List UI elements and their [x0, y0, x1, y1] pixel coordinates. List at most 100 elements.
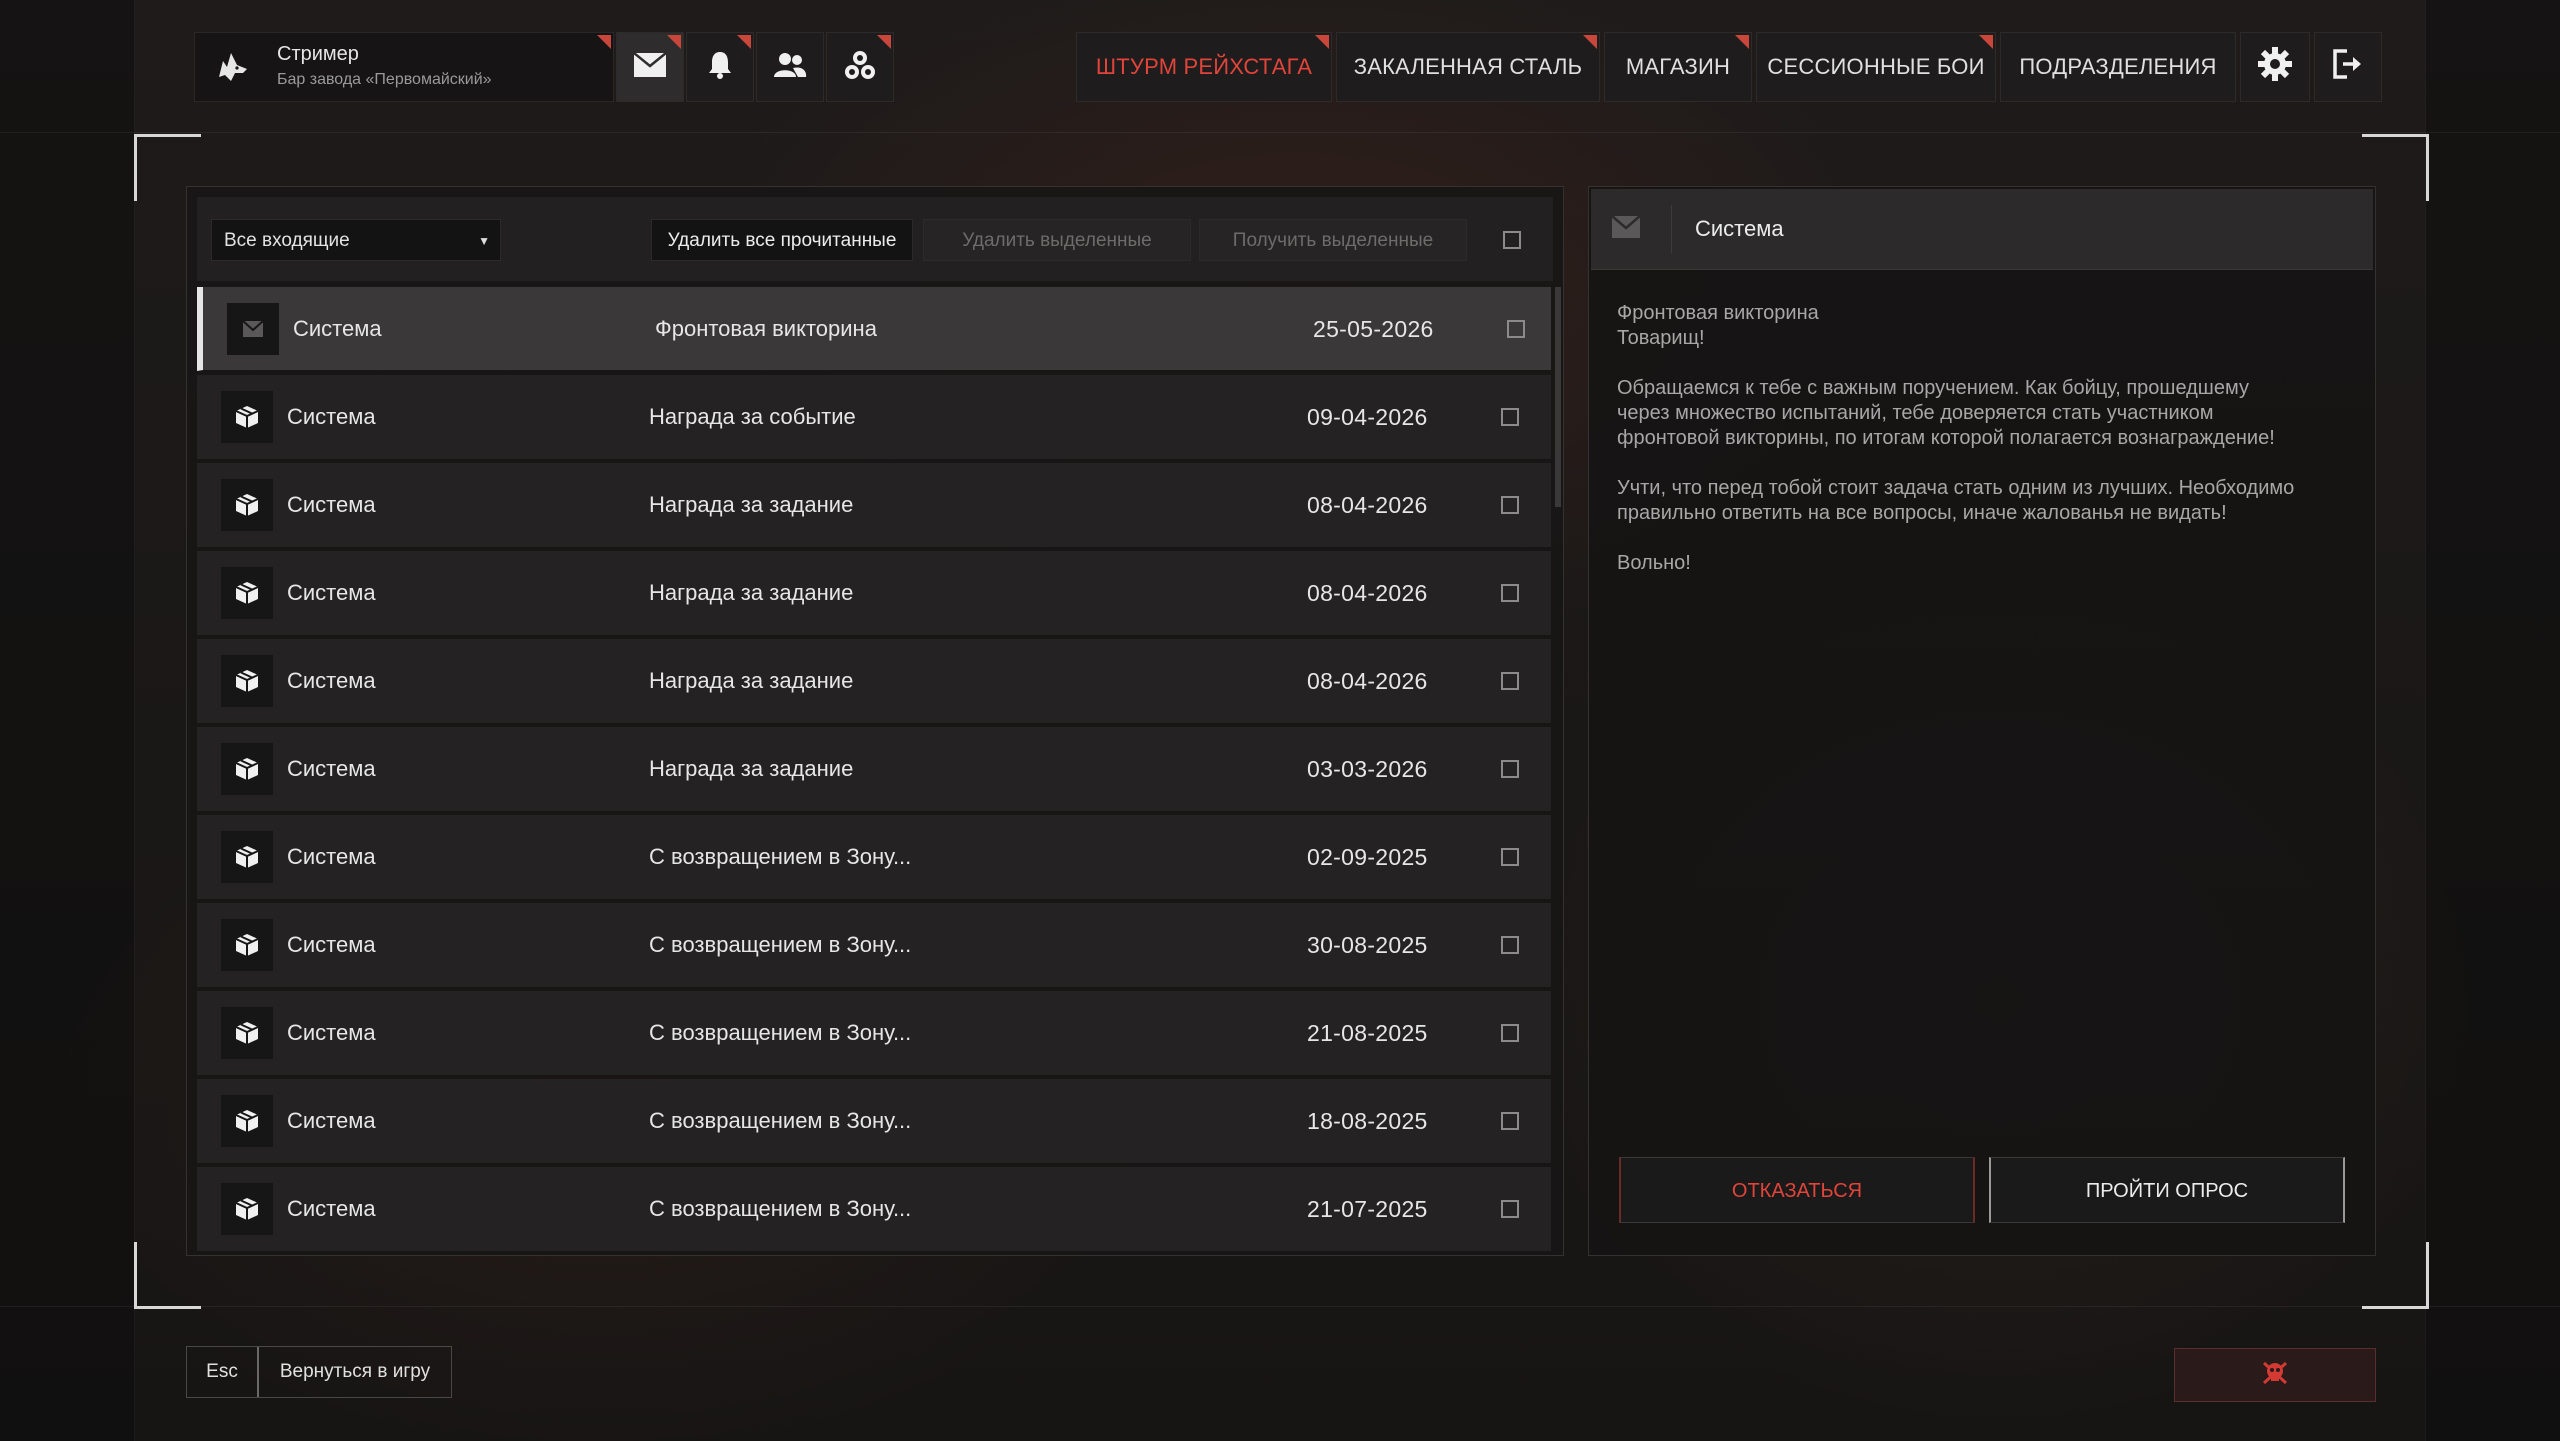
message-row[interactable]: Система С возвращением в Зону... 18-08-202…: [197, 1079, 1551, 1164]
message-checkbox[interactable]: [1507, 320, 1525, 338]
notification-marker: [877, 35, 891, 49]
message-date: 08-04-2026: [1307, 492, 1428, 518]
message-sender: Система: [287, 844, 376, 869]
inbox-filter-select[interactable]: Все входящие ▼: [211, 219, 501, 261]
box-icon: [221, 391, 273, 443]
message-checkbox[interactable]: [1501, 1024, 1519, 1042]
nav-label: ШТУРМ РЕЙХСТАГА: [1095, 54, 1313, 79]
message-sender: Система: [1695, 216, 1784, 241]
message-checkbox[interactable]: [1501, 584, 1519, 602]
wolf-icon: [213, 47, 253, 87]
notification-marker: [737, 35, 751, 49]
gear-icon: [2257, 46, 2293, 88]
message-subject: С возвращением в Зону...: [649, 1108, 912, 1133]
dropdown-arrow-icon: ▼: [478, 234, 490, 248]
box-icon: [221, 1183, 273, 1235]
nav-label: ПОДРАЗДЕЛЕНИЯ: [2019, 54, 2217, 79]
nav-label: СЕССИОННЫЕ БОИ: [1767, 54, 1985, 79]
message-checkbox[interactable]: [1501, 848, 1519, 866]
message-checkbox[interactable]: [1501, 1112, 1519, 1130]
take-survey-button[interactable]: ПРОЙТИ ОПРОС: [1989, 1157, 2345, 1223]
box-icon: [221, 919, 273, 971]
settings-button[interactable]: [2240, 32, 2310, 102]
message-row[interactable]: Система С возвращением в Зону... 30-08-202…: [197, 903, 1551, 988]
filter-value: Все входящие: [224, 230, 350, 251]
message-header: Система: [1591, 189, 2373, 270]
player-location: Бар завода «Первомайский»: [277, 71, 492, 88]
notification-marker: [1315, 35, 1329, 49]
message-date: 08-04-2026: [1307, 668, 1428, 694]
notification-marker: [1979, 35, 1993, 49]
message-subject: Награда за задание: [649, 756, 854, 781]
nav-shop[interactable]: МАГАЗИН: [1604, 32, 1752, 102]
player-profile[interactable]: Стример Бар завода «Первомайский»: [194, 32, 614, 102]
delete-selected-button[interactable]: Удалить выделенные: [923, 219, 1191, 261]
message-row[interactable]: Система Награда за задание 08-04-2026: [197, 551, 1551, 636]
message-subject: С возвращением в Зону...: [649, 1196, 912, 1221]
mail-icon: [633, 51, 667, 83]
message-checkbox[interactable]: [1501, 760, 1519, 778]
nav-session-battles[interactable]: СЕССИОННЫЕ БОИ: [1756, 32, 1996, 102]
notification-marker: [667, 35, 681, 49]
inbox-toolbar: Все входящие ▼ Удалить все прочитанные У…: [197, 197, 1553, 281]
message-date: 09-04-2026: [1307, 404, 1428, 430]
message-row[interactable]: Система Награда за событие 09-04-2026: [197, 375, 1551, 460]
message-subject: Награда за задание: [649, 580, 854, 605]
message-sender: Система: [287, 756, 376, 781]
nav-label: МАГАЗИН: [1625, 54, 1731, 79]
nav-hardened-steel[interactable]: ЗАКАЛЕННАЯ СТАЛЬ: [1336, 32, 1600, 102]
esc-key-hint: Esc: [187, 1347, 259, 1397]
squads-icon: [844, 49, 876, 86]
nav-reichstag-assault[interactable]: ШТУРМ РЕЙХСТАГА: [1076, 32, 1332, 102]
message-sender: Система: [287, 1108, 376, 1133]
message-row[interactable]: Система С возвращением в Зону... 21-08-202…: [197, 991, 1551, 1076]
danger-button[interactable]: [2174, 1348, 2376, 1402]
message-row[interactable]: Система С возвращением в Зону... 21-07-202…: [197, 1167, 1551, 1252]
nav-divisions[interactable]: ПОДРАЗДЕЛЕНИЯ: [2000, 32, 2236, 102]
message-checkbox[interactable]: [1501, 496, 1519, 514]
right-margin: [2425, 0, 2560, 1441]
message-subject: Фронтовая викторина: [655, 316, 877, 341]
message-row[interactable]: Система Награда за задание 08-04-2026: [197, 639, 1551, 724]
select-all-checkbox[interactable]: [1503, 231, 1521, 249]
message-sender: Система: [287, 1196, 376, 1221]
friends-icon: [773, 52, 807, 83]
message-date: 03-03-2026: [1307, 756, 1428, 782]
message-date: 08-04-2026: [1307, 580, 1428, 606]
box-icon: [221, 743, 273, 795]
friends-button[interactable]: [756, 32, 824, 102]
get-selected-button[interactable]: Получить выделенные: [1199, 219, 1467, 261]
message-paragraph: Вольно!: [1617, 552, 1691, 574]
message-checkbox[interactable]: [1501, 672, 1519, 690]
header-separator: [1671, 205, 1672, 253]
logout-button[interactable]: [2314, 32, 2382, 102]
notifications-button[interactable]: [686, 32, 754, 102]
message-row[interactable]: Система С возвращением в Зону... 02-09-202…: [197, 815, 1551, 900]
envelope-icon: [1611, 215, 1641, 244]
message-checkbox[interactable]: [1501, 408, 1519, 426]
box-icon: [221, 1095, 273, 1147]
decline-button[interactable]: ОТКАЗАТЬСЯ: [1619, 1157, 1975, 1223]
logout-icon: [2331, 48, 2365, 86]
notification-marker: [1583, 35, 1597, 49]
message-sender: Система: [293, 316, 382, 341]
message-subject: С возвращением в Зону...: [649, 844, 912, 869]
message-row[interactable]: Система Награда за задание 03-03-2026: [197, 727, 1551, 812]
squads-button[interactable]: [826, 32, 894, 102]
mail-button[interactable]: [616, 32, 684, 102]
message-checkbox[interactable]: [1501, 1200, 1519, 1218]
back-to-game-button[interactable]: Esc Вернуться в игру: [186, 1346, 452, 1398]
message-subject: Награда за событие: [649, 404, 856, 429]
bell-icon: [707, 50, 733, 85]
message-row[interactable]: Система Награда за задание 08-04-2026: [197, 463, 1551, 548]
box-icon: [221, 479, 273, 531]
delete-read-button[interactable]: Удалить все прочитанные: [651, 219, 913, 261]
message-sender: Система: [287, 932, 376, 957]
message-date: 02-09-2025: [1307, 844, 1428, 870]
scrollbar[interactable]: [1555, 287, 1561, 507]
message-row[interactable]: Система Фронтовая викторина 25-05-2026: [197, 287, 1551, 371]
message-date: 30-08-2025: [1307, 932, 1428, 958]
box-icon: [221, 831, 273, 883]
message-checkbox[interactable]: [1501, 936, 1519, 954]
message-sender: Система: [287, 580, 376, 605]
